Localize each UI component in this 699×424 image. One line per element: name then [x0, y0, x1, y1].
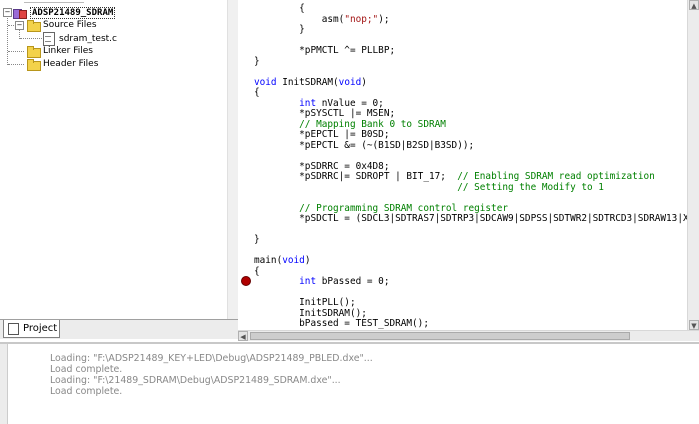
code-line: }: [254, 24, 305, 35]
scroll-down-icon[interactable]: ▼: [689, 320, 699, 330]
code-line: *pEPCTL &= (~(B1SD|B2SD|B3SD));: [254, 139, 475, 151]
project-icon: [13, 8, 27, 19]
scroll-up-icon[interactable]: ▲: [689, 0, 699, 10]
file-label: sdram_test.c: [59, 33, 117, 44]
clipped-tree-item: [24, 0, 84, 3]
tab-label: Project: [23, 323, 58, 334]
tree-folder-source-files[interactable]: Source Files: [27, 18, 97, 32]
scroll-left-icon[interactable]: ◀: [238, 331, 248, 341]
code-editor[interactable]: { asm("nop;"); } *pPMCTL ^= PLLBP;} void …: [238, 0, 687, 330]
folder-icon: [27, 45, 41, 58]
horizontal-scroll-thumb[interactable]: [250, 332, 630, 340]
breakpoint-icon[interactable]: [241, 276, 251, 286]
folder-label: Header Files: [43, 58, 99, 69]
code-line: // Setting the Modify to 1: [457, 181, 604, 193]
code-line: *pSDCTL = (SDCL3|SDTRAS7|SDTRP3|SDCAW9|S…: [254, 213, 687, 224]
code-line: int bPassed = 0;: [299, 276, 390, 287]
code-line: *pPMCTL ^= PLLBP;: [254, 45, 396, 56]
folder-label: Source Files: [43, 19, 97, 30]
output-line: Loading: "F:\21489_SDRAM\Debug\ADSP21489…: [50, 375, 341, 386]
collapse-project-toggle[interactable]: −: [3, 8, 12, 17]
tab-project[interactable]: Project: [3, 320, 60, 338]
output-line: Loading: "F:\ADSP21489_KEY+LED\Debug\ADS…: [50, 353, 373, 364]
output-docking-bar[interactable]: [0, 344, 8, 424]
project-tab-icon: [8, 322, 19, 335]
output-line: Load complete.: [50, 386, 123, 397]
project-tree-pane: − ADSP21489_SDRAM − Source Files sdram_t…: [0, 0, 228, 319]
code-line: }: [254, 234, 260, 245]
code-line: bPassed = TEST_SDRAM();: [254, 318, 429, 329]
output-window[interactable]: Loading: "F:\ADSP21489_KEY+LED\Debug\ADS…: [0, 342, 699, 424]
output-line: Load complete.: [50, 364, 123, 375]
tree-folder-linker-files[interactable]: Linker Files: [27, 44, 93, 58]
project-name: ADSP21489_SDRAM: [30, 6, 116, 19]
tree-folder-header-files[interactable]: Header Files: [27, 57, 99, 71]
code-line: void InitSDRAM(void): [254, 76, 367, 88]
code-line: }: [254, 55, 260, 67]
folder-icon: [27, 19, 41, 32]
editor-horizontal-scrollbar[interactable]: ◀: [238, 330, 699, 341]
folder-icon: [27, 58, 41, 71]
folder-label: Linker Files: [43, 45, 93, 56]
editor-vertical-scrollbar[interactable]: ▲ ▼: [687, 0, 699, 330]
code-line: main(void): [254, 255, 311, 266]
collapse-source-files-toggle[interactable]: −: [15, 21, 24, 30]
